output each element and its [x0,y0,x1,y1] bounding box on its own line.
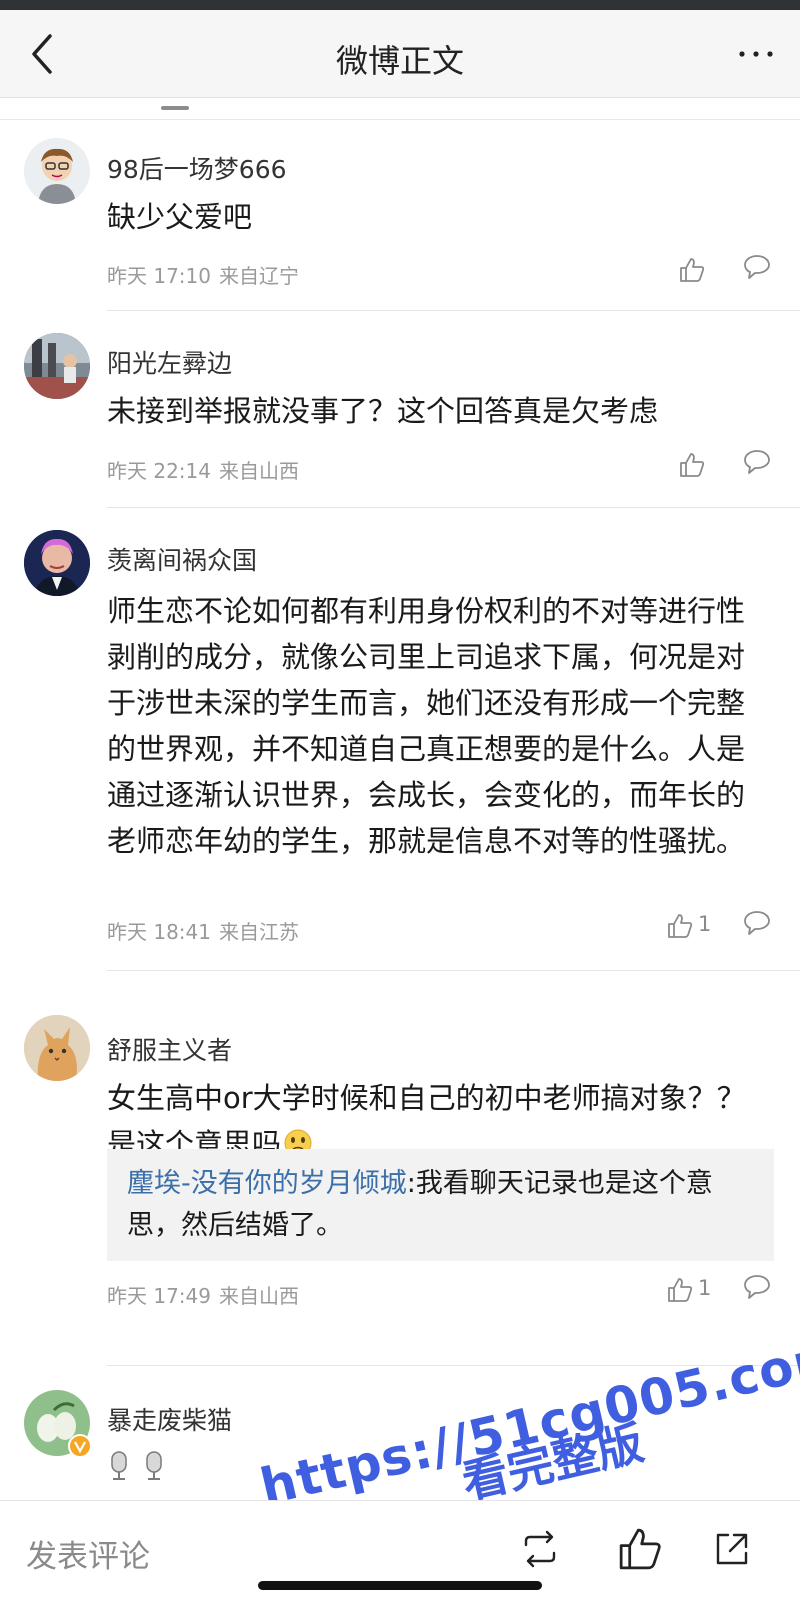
avatar[interactable] [24,1015,90,1081]
avatar[interactable] [24,138,90,204]
watermark: https://51cg005.com 看完整版 [255,1325,800,1516]
comment-input[interactable]: 发表评论 [26,1531,150,1576]
navigation-bar: 微博正文 [0,10,800,98]
reply-icon [744,255,770,279]
share-icon [716,1533,748,1565]
avatar[interactable] [24,1390,92,1458]
comment-divider [107,507,800,508]
comment-text: 未接到举报就没事了？这个回答真是欠考虑 [107,394,659,428]
watermark-caption: 看完整版 [457,1415,649,1510]
comment-time: 昨天 17:49 [107,1284,211,1308]
comment-username[interactable]: 暴走废柴猫 [107,1401,232,1437]
microphone-emoji-icon [146,1451,162,1480]
comment-meta: 昨天 17:49 来自山西 [107,1280,307,1309]
comment-text: 师生恋不论如何都有利用身份权利的不对等进行性剥削的成分，就像公司里上司追求下属，… [107,594,746,858]
avatar[interactable] [24,333,90,399]
like-icon [668,1278,693,1302]
repost-icon [524,1530,556,1568]
comment-username[interactable]: 98后一场梦666 [107,150,287,186]
comment-text: 缺少父爱吧 [107,200,253,234]
comment-meta: 昨天 22:14 来自山西 [107,455,307,484]
more-dots-icon [739,51,773,57]
tab-indicator [161,106,189,110]
bottom-action-bar: 发表评论 [0,1500,800,1605]
comment-time: 昨天 18:41 [107,920,211,944]
status-bar [0,0,800,10]
photo-avatar-icon [24,333,90,399]
comment-time: 昨天 22:14 [107,459,211,483]
like-button[interactable] [678,447,738,483]
reply-icon [744,450,770,474]
share-button[interactable] [708,1525,756,1573]
repost-button[interactable] [516,1525,564,1573]
like-button[interactable] [678,252,738,288]
reply-button[interactable] [742,1272,774,1308]
microphone-emoji-icon [111,1451,127,1480]
like-icon [680,258,705,282]
like-count: 1 [698,1276,712,1300]
reply-icon [744,1275,770,1299]
comment-emoji-row [107,1450,172,1486]
sub-reply-box[interactable]: 麈埃-没有你的岁月倾城:我看聊天记录也是这个意思，然后结婚了。 [107,1149,774,1261]
comment-divider [107,1365,800,1366]
avatar[interactable] [24,530,90,596]
comment-divider [107,310,800,311]
comment-location: 来自江苏 [219,920,299,944]
comment-divider [107,970,800,971]
comment-location: 来自山西 [219,1284,299,1308]
like-icon [619,1528,661,1570]
like-icon [668,914,693,938]
cartoon-avatar-icon [24,138,90,204]
reply-button[interactable] [742,447,774,483]
comment-username[interactable]: 阳光左彛边 [107,344,232,380]
comment-meta: 昨天 17:10 来自辽宁 [107,260,307,289]
like-post-button[interactable] [616,1525,664,1573]
comment-username[interactable]: 舒服主义者 [107,1031,232,1067]
like-icon [680,453,705,477]
comment-username[interactable]: 羡离间祸众国 [107,541,257,577]
verified-badge-icon [68,1434,92,1458]
page-title: 微博正文 [335,42,464,80]
reply-icon [744,911,770,935]
comment-time: 昨天 17:10 [107,264,211,288]
like-button[interactable]: 1 [666,908,726,944]
comment-location: 来自山西 [219,459,299,483]
more-button[interactable] [736,34,776,74]
sub-reply-username[interactable]: 麈埃-没有你的岁月倾城 [127,1168,407,1199]
reply-button[interactable] [742,908,774,944]
like-count: 1 [698,912,712,936]
reply-button[interactable] [742,252,774,288]
watermark-url: https://51cg005.com [255,1325,800,1517]
comment-location: 来自辽宁 [219,264,299,288]
photo-avatar-icon [24,530,90,596]
cat-avatar-icon [24,1015,90,1081]
home-indicator [258,1581,542,1590]
comment-meta: 昨天 18:41 来自江苏 [107,916,307,945]
like-button[interactable]: 1 [666,1272,726,1308]
tab-divider [0,119,800,120]
